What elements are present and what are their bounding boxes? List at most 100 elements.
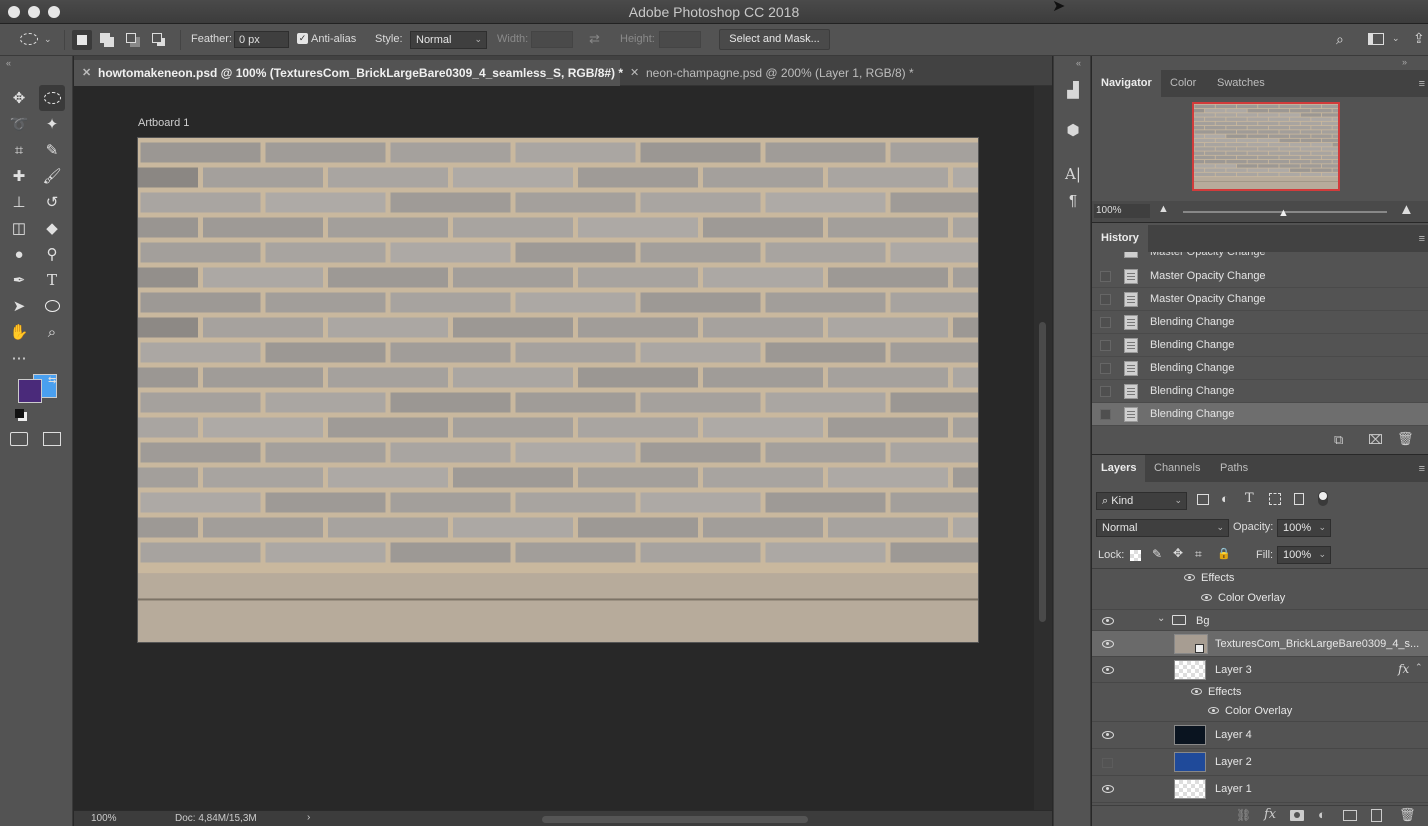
eye-icon[interactable] bbox=[1201, 594, 1212, 601]
filter-adjustment-icon[interactable]: ◐ bbox=[1221, 491, 1229, 506]
navigator-proxy-view[interactable] bbox=[1173, 102, 1353, 191]
zoom-in-icon[interactable]: ▲ bbox=[1399, 201, 1414, 218]
layer-2[interactable]: Layer 2 bbox=[1092, 749, 1428, 776]
3d-icon[interactable]: ⬢ bbox=[1062, 120, 1084, 142]
collapse-panel-icon[interactable]: » bbox=[1402, 57, 1407, 67]
vertical-scroll-thumb[interactable] bbox=[1039, 322, 1046, 622]
color-overlay-row[interactable]: Color Overlay bbox=[1092, 589, 1428, 609]
brush-tool-icon[interactable]: 🖌 bbox=[39, 163, 65, 189]
blend-mode-select[interactable]: Normal ⌄ bbox=[1096, 519, 1229, 537]
lock-position-icon[interactable]: ✥ bbox=[1173, 546, 1183, 560]
horizontal-scroll-thumb[interactable] bbox=[542, 816, 808, 823]
eye-icon[interactable] bbox=[1102, 785, 1114, 793]
zoom-tool-icon[interactable]: ⌕ bbox=[39, 319, 65, 345]
feather-input[interactable] bbox=[234, 31, 289, 48]
history-item[interactable]: Blending Change bbox=[1092, 311, 1428, 334]
history-item[interactable]: Blending Change bbox=[1092, 357, 1428, 380]
history-item[interactable]: Blending Change bbox=[1092, 380, 1428, 403]
vertical-scrollbar[interactable] bbox=[1034, 86, 1052, 810]
history-item[interactable]: Blending Change bbox=[1092, 334, 1428, 357]
kind-filter-select[interactable]: ⌕ Kind ⌄ bbox=[1096, 492, 1187, 510]
add-layer-style-icon[interactable]: fx bbox=[1264, 807, 1276, 822]
history-brush-source-box[interactable] bbox=[1100, 340, 1111, 351]
tab-paths[interactable]: Paths bbox=[1211, 455, 1257, 482]
paragraph-icon[interactable]: ¶ bbox=[1062, 190, 1084, 212]
tab-swatches[interactable]: Swatches bbox=[1208, 70, 1274, 97]
trash-icon[interactable]: 🗑 bbox=[1397, 431, 1414, 447]
workspace-icon[interactable] bbox=[1368, 33, 1384, 45]
layer-texture[interactable]: TexturesCom_BrickLargeBare0309_4_s... bbox=[1092, 631, 1428, 657]
tab-channels[interactable]: Channels bbox=[1145, 455, 1209, 482]
add-mask-icon[interactable] bbox=[1290, 810, 1304, 821]
height-input[interactable] bbox=[659, 31, 701, 48]
history-brush-source-box[interactable] bbox=[1100, 386, 1111, 397]
lock-all-icon[interactable]: 🔒 bbox=[1217, 547, 1231, 560]
path-selection-tool-icon[interactable]: ➤ bbox=[6, 293, 32, 319]
swap-width-height-icon[interactable]: ⇄ bbox=[589, 31, 600, 47]
tab-history[interactable]: History bbox=[1092, 225, 1148, 252]
eye-icon[interactable] bbox=[1102, 640, 1114, 648]
eye-icon[interactable] bbox=[1184, 574, 1195, 581]
lasso-tool-icon[interactable]: ➰ bbox=[6, 111, 32, 137]
filter-pixel-icon[interactable] bbox=[1197, 494, 1209, 505]
screen-mode-icon[interactable] bbox=[43, 432, 61, 446]
pen-tool-icon[interactable]: ✒ bbox=[6, 267, 32, 293]
type-tool-icon[interactable]: T bbox=[39, 267, 65, 293]
chevron-up-icon[interactable]: ⌃ bbox=[1415, 662, 1423, 673]
blur-tool-icon[interactable]: ● bbox=[6, 241, 32, 267]
filter-smart-object-icon[interactable] bbox=[1294, 493, 1304, 505]
quick-mask-icon[interactable] bbox=[10, 432, 28, 446]
history-item[interactable]: Master Opacity Change bbox=[1092, 288, 1428, 311]
chevron-down-icon[interactable]: ⌄ bbox=[1157, 613, 1165, 624]
tab-color[interactable]: Color bbox=[1161, 70, 1205, 97]
collapse-panel-icon[interactable]: « bbox=[1076, 58, 1081, 68]
filter-shape-icon[interactable] bbox=[1269, 493, 1281, 505]
clone-stamp-tool-icon[interactable]: ⊥ bbox=[6, 189, 32, 215]
fx-icon[interactable]: fx bbox=[1398, 662, 1409, 676]
foreground-color-swatch[interactable] bbox=[18, 379, 42, 403]
eyedropper-tool-icon[interactable]: ✎ bbox=[39, 137, 65, 163]
history-item[interactable]: Blending Change bbox=[1092, 403, 1428, 426]
effects-row[interactable]: Effects bbox=[1092, 683, 1428, 702]
tab-neon-champagne[interactable]: ✕ neon-champagne.psd @ 200% (Layer 1, RG… bbox=[622, 60, 962, 86]
eye-icon[interactable] bbox=[1102, 731, 1114, 739]
close-tab-icon[interactable]: ✕ bbox=[82, 66, 91, 79]
dodge-tool-icon[interactable]: ⚲ bbox=[39, 241, 65, 267]
collapse-panel-icon[interactable]: « bbox=[6, 58, 11, 68]
layer-3[interactable]: Layer 3 fx ⌃ bbox=[1092, 657, 1428, 683]
fill-input[interactable]: 100% ⌄ bbox=[1277, 546, 1331, 564]
eye-icon[interactable] bbox=[1191, 688, 1202, 695]
elliptical-marquee-tool-icon[interactable] bbox=[39, 85, 65, 111]
filter-type-icon[interactable]: T bbox=[1245, 491, 1254, 506]
effects-row[interactable]: Effects bbox=[1092, 569, 1428, 589]
chevron-right-icon[interactable]: › bbox=[307, 812, 310, 823]
default-colors-icon[interactable] bbox=[15, 409, 24, 418]
chevron-down-icon[interactable]: ⌄ bbox=[44, 34, 52, 45]
magic-wand-tool-icon[interactable]: ✦ bbox=[39, 111, 65, 137]
adjustment-layer-icon[interactable]: ◐ bbox=[1318, 807, 1326, 822]
filter-toggle[interactable] bbox=[1318, 491, 1328, 506]
navigator-zoom-field[interactable]: 100% bbox=[1094, 204, 1150, 218]
zoom-out-icon[interactable]: ▲ bbox=[1158, 203, 1169, 215]
history-brush-source-box[interactable] bbox=[1100, 317, 1111, 328]
panel-menu-icon[interactable]: ≡ bbox=[1419, 233, 1425, 245]
crop-tool-icon[interactable]: ⌗ bbox=[6, 137, 32, 163]
link-layers-icon[interactable]: ⛓ bbox=[1236, 808, 1251, 822]
lock-transparent-icon[interactable] bbox=[1130, 550, 1141, 561]
panel-menu-icon[interactable]: ≡ bbox=[1419, 463, 1425, 475]
hidden-visibility-box[interactable] bbox=[1102, 758, 1113, 768]
lock-brush-icon[interactable]: ✎ bbox=[1152, 547, 1162, 561]
healing-brush-tool-icon[interactable]: ✚ bbox=[6, 163, 32, 189]
history-brush-source-box[interactable] bbox=[1100, 363, 1111, 374]
color-overlay-row[interactable]: Color Overlay bbox=[1092, 702, 1428, 722]
layer-1[interactable]: Layer 1 bbox=[1092, 776, 1428, 803]
history-brush-source-box[interactable] bbox=[1100, 271, 1111, 282]
zoom-slider-handle[interactable]: ▲ bbox=[1278, 207, 1289, 219]
new-document-from-state-icon[interactable]: ⧉ bbox=[1334, 432, 1343, 448]
artboard-brick-texture[interactable] bbox=[137, 137, 979, 643]
new-group-icon[interactable] bbox=[1343, 810, 1357, 821]
style-select[interactable]: Normal ⌄ bbox=[410, 31, 487, 49]
history-brush-source-box[interactable] bbox=[1100, 409, 1111, 420]
new-selection-button[interactable] bbox=[72, 30, 92, 50]
eye-icon[interactable] bbox=[1102, 617, 1114, 625]
